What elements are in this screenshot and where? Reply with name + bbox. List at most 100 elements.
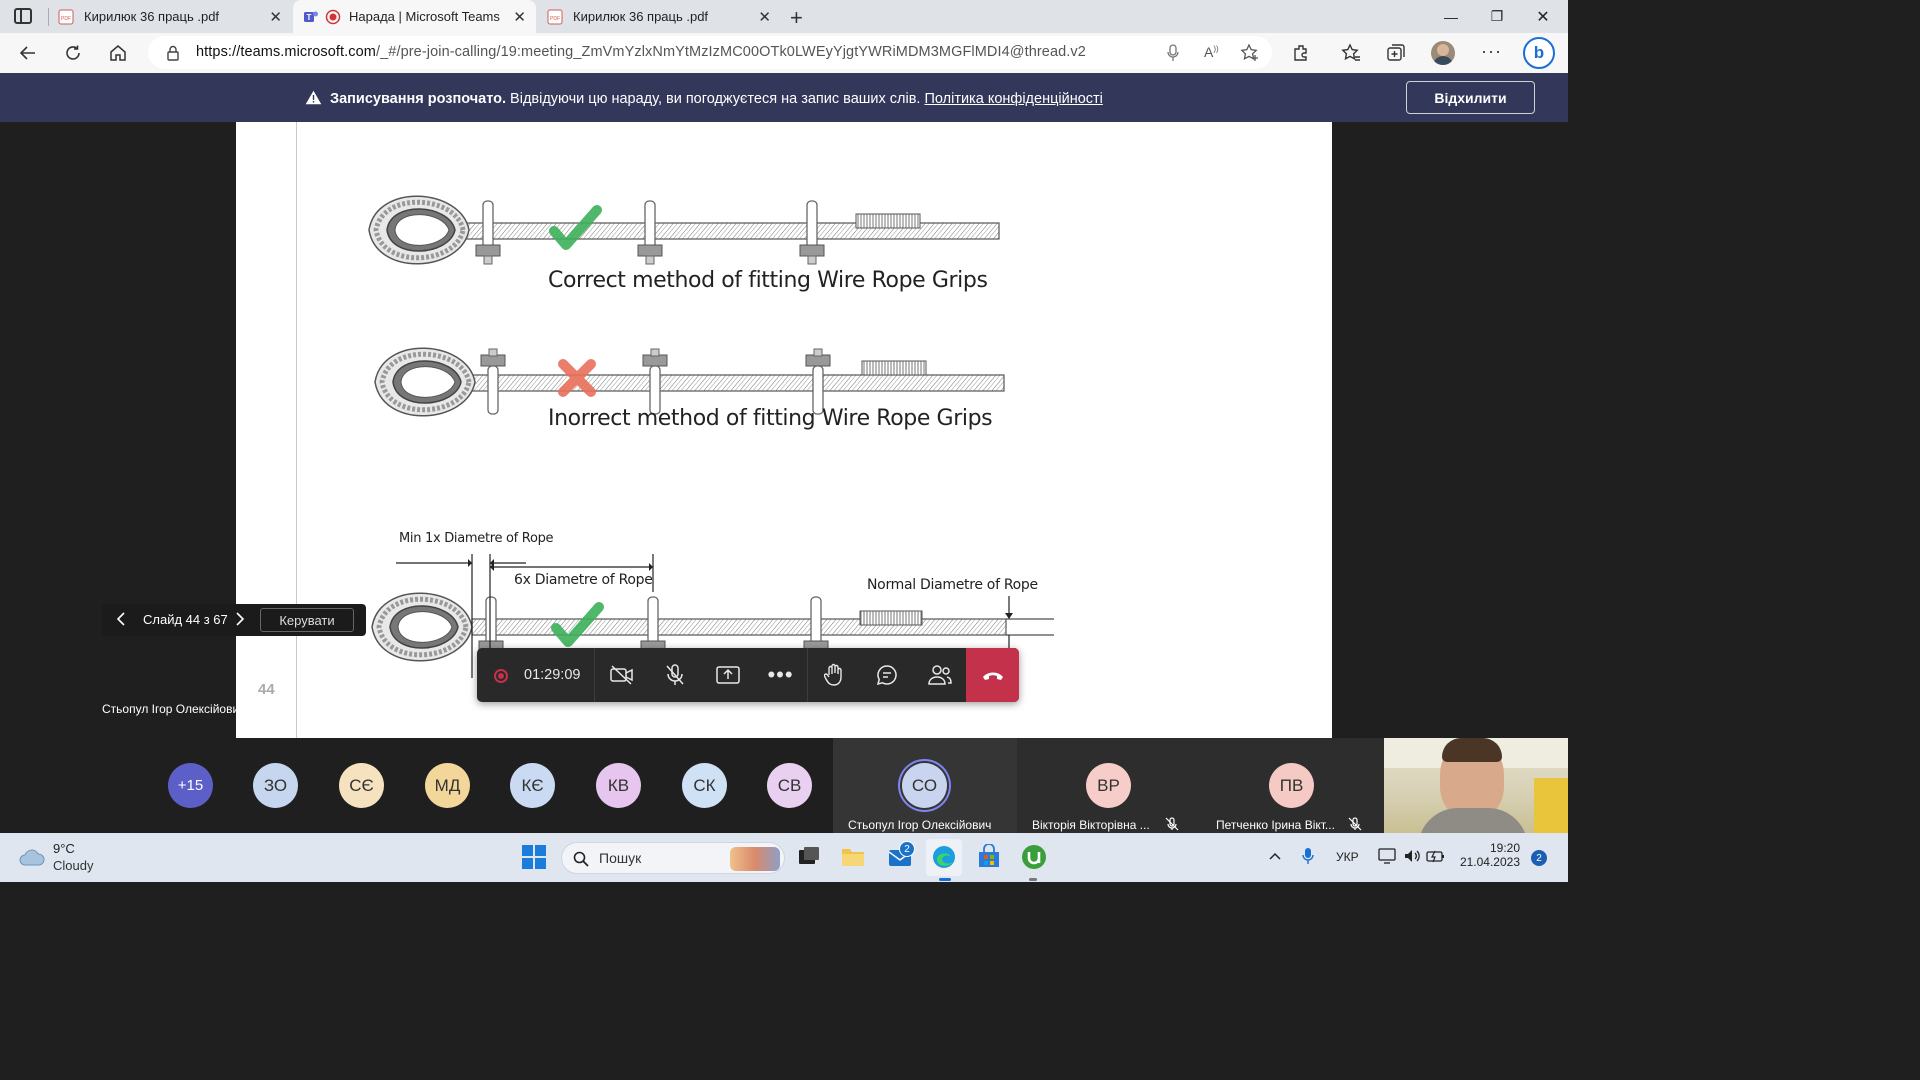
banner-body-text: Відвідуючи цю нараду, ви погоджуєтеся на… xyxy=(510,91,921,107)
arrow-left-icon xyxy=(19,46,35,60)
dismiss-button[interactable]: Відхилити xyxy=(1406,81,1535,114)
store-icon[interactable] xyxy=(976,844,1002,870)
overflow-participants-button[interactable]: +15 xyxy=(168,763,213,808)
participants-button[interactable] xyxy=(913,648,966,702)
read-aloud-icon[interactable]: A)) xyxy=(1204,44,1219,60)
volume-icon[interactable] xyxy=(1403,848,1421,864)
browser-tab-1[interactable]: PDF Кирилюк 36 праць .pdf ✕ xyxy=(48,0,292,33)
network-icon[interactable] xyxy=(1378,848,1398,864)
pdf-icon: PDF xyxy=(547,9,563,24)
slide-counter: Слайд 44 з 67 xyxy=(143,612,228,627)
system-clock[interactable]: 19:20 21.04.2023 xyxy=(1456,841,1520,869)
participant-tile[interactable]: ВР Вікторія Вікторівна ... xyxy=(1017,738,1201,833)
tab-title: Нарада | Microsoft Teams xyxy=(349,9,500,24)
extensions-icon[interactable] xyxy=(1292,43,1312,63)
chevron-up-icon[interactable] xyxy=(1268,851,1282,861)
close-icon[interactable]: ✕ xyxy=(513,8,526,26)
participant-name: Петченко Ірина Вікт... xyxy=(1216,818,1335,832)
browser-tab-strip: PDF Кирилюк 36 праць .pdf ✕ T Нарада | M… xyxy=(0,0,1568,33)
running-indicator xyxy=(1029,878,1037,881)
close-icon[interactable]: ✕ xyxy=(269,8,282,26)
favorites-icon[interactable] xyxy=(1341,43,1361,63)
utorrent-icon[interactable] xyxy=(1021,844,1047,870)
search-placeholder: Пошук xyxy=(599,850,642,866)
input-language[interactable]: УКР xyxy=(1336,850,1359,864)
settings-more-icon[interactable]: ··· xyxy=(1481,41,1502,62)
browser-tab-2[interactable]: T Нарада | Microsoft Teams ✕ xyxy=(293,0,536,33)
home-button[interactable] xyxy=(102,37,134,69)
leave-call-button[interactable] xyxy=(966,648,1019,702)
privacy-policy-link[interactable]: Політика конфіденційності xyxy=(924,91,1102,107)
participant-avatar[interactable]: КЄ xyxy=(510,763,555,808)
tab-actions-icon[interactable] xyxy=(14,8,32,24)
cloud-icon xyxy=(19,849,45,866)
browser-toolbar: https://teams.microsoft.com/_#/pre-join-… xyxy=(0,33,1568,73)
participant-avatar[interactable]: КВ xyxy=(596,763,641,808)
participant-video-tile[interactable] xyxy=(1384,738,1568,833)
search-highlight-image xyxy=(730,847,780,871)
address-bar[interactable]: https://teams.microsoft.com/_#/pre-join-… xyxy=(148,36,1272,69)
pdf-icon: PDF xyxy=(58,9,74,24)
participant-avatar: ВР xyxy=(1086,763,1131,808)
label-6x-diameter: 6x Diametre of Rope xyxy=(514,572,653,588)
manage-button[interactable]: Керувати xyxy=(260,608,354,632)
presenter-name: Стьопул Ігор Олексійович xyxy=(102,702,246,716)
label-normal-diameter: Normal Diametre of Rope xyxy=(867,577,1038,593)
refresh-button[interactable] xyxy=(57,37,89,69)
microphone-button[interactable] xyxy=(648,648,701,702)
slide-page-number: 44 xyxy=(258,681,275,698)
camera-off-icon xyxy=(609,665,633,685)
banner-message: Записування розпочато. Відвідуючи цю нар… xyxy=(305,90,1103,107)
shared-slide: Correct method of fitting Wire Rope Grip… xyxy=(236,122,1332,738)
back-button[interactable] xyxy=(12,37,44,69)
teams-icon: T xyxy=(304,11,318,22)
minimize-button[interactable]: — xyxy=(1428,0,1474,33)
participants-strip: +15 ЗО СЄ МД КЄ КВ СК СВ СО Стьопул Ігор… xyxy=(0,738,1568,833)
participant-avatar[interactable]: СК xyxy=(682,763,727,808)
share-button[interactable] xyxy=(701,648,754,702)
more-actions-button[interactable]: ••• xyxy=(754,648,807,702)
raise-hand-button[interactable] xyxy=(807,648,860,702)
file-explorer-icon[interactable] xyxy=(840,844,866,870)
recording-banner: Записування розпочато. Відвідуючи цю нар… xyxy=(0,73,1568,122)
mic-off-icon xyxy=(665,664,684,685)
battery-icon[interactable] xyxy=(1426,848,1446,864)
edge-icon[interactable] xyxy=(931,844,957,870)
search-icon xyxy=(573,851,589,867)
close-icon[interactable]: ✕ xyxy=(758,8,771,26)
svg-text:PDF: PDF xyxy=(61,16,71,22)
recording-indicator-icon xyxy=(494,669,508,683)
active-indicator xyxy=(939,878,951,881)
taskbar-search[interactable]: Пошук xyxy=(561,842,785,874)
notification-badge[interactable]: 2 xyxy=(1531,850,1547,866)
task-view-icon[interactable] xyxy=(796,844,822,870)
camera-button[interactable] xyxy=(595,648,648,702)
favorite-star-icon[interactable] xyxy=(1240,43,1260,63)
participant-avatar[interactable]: СЄ xyxy=(339,763,384,808)
chat-button[interactable] xyxy=(860,648,913,702)
windows-taskbar: 9°C Cloudy Пошук 2 УКР 19:20 21.04.2023 … xyxy=(0,833,1568,882)
restore-button[interactable]: ❐ xyxy=(1474,0,1520,33)
participant-avatar[interactable]: ЗО xyxy=(253,763,298,808)
participant-tile[interactable]: СО Стьопул Ігор Олексійович xyxy=(833,738,1017,833)
windows-start-icon[interactable] xyxy=(521,844,547,870)
url-path: /_#/pre-join-calling/19:meeting_ZmVmYzlx… xyxy=(375,44,1086,60)
new-tab-button[interactable]: + xyxy=(790,5,803,31)
chevron-left-icon[interactable] xyxy=(116,611,126,630)
microphone-icon[interactable] xyxy=(1166,44,1180,62)
participant-tile[interactable]: ПВ Петченко Ірина Вікт... xyxy=(1201,738,1384,833)
bing-icon[interactable]: b xyxy=(1523,37,1555,69)
caption-correct: Correct method of fitting Wire Rope Grip… xyxy=(548,268,988,293)
profile-avatar[interactable] xyxy=(1431,41,1455,65)
close-window-button[interactable]: ✕ xyxy=(1520,0,1566,33)
microphone-icon[interactable] xyxy=(1301,847,1315,865)
chevron-right-icon[interactable] xyxy=(235,611,245,630)
participant-avatar[interactable]: МД xyxy=(425,763,470,808)
mic-off-icon xyxy=(1348,817,1362,831)
label-min-diameter: Min 1x Diametre of Rope xyxy=(399,531,554,546)
collections-icon[interactable] xyxy=(1386,43,1406,63)
more-icon: ••• xyxy=(767,662,794,687)
browser-tab-3[interactable]: PDF Кирилюк 36 праць .pdf ✕ xyxy=(537,0,781,33)
participant-avatar[interactable]: СВ xyxy=(767,763,812,808)
video-person-hair xyxy=(1442,738,1502,762)
